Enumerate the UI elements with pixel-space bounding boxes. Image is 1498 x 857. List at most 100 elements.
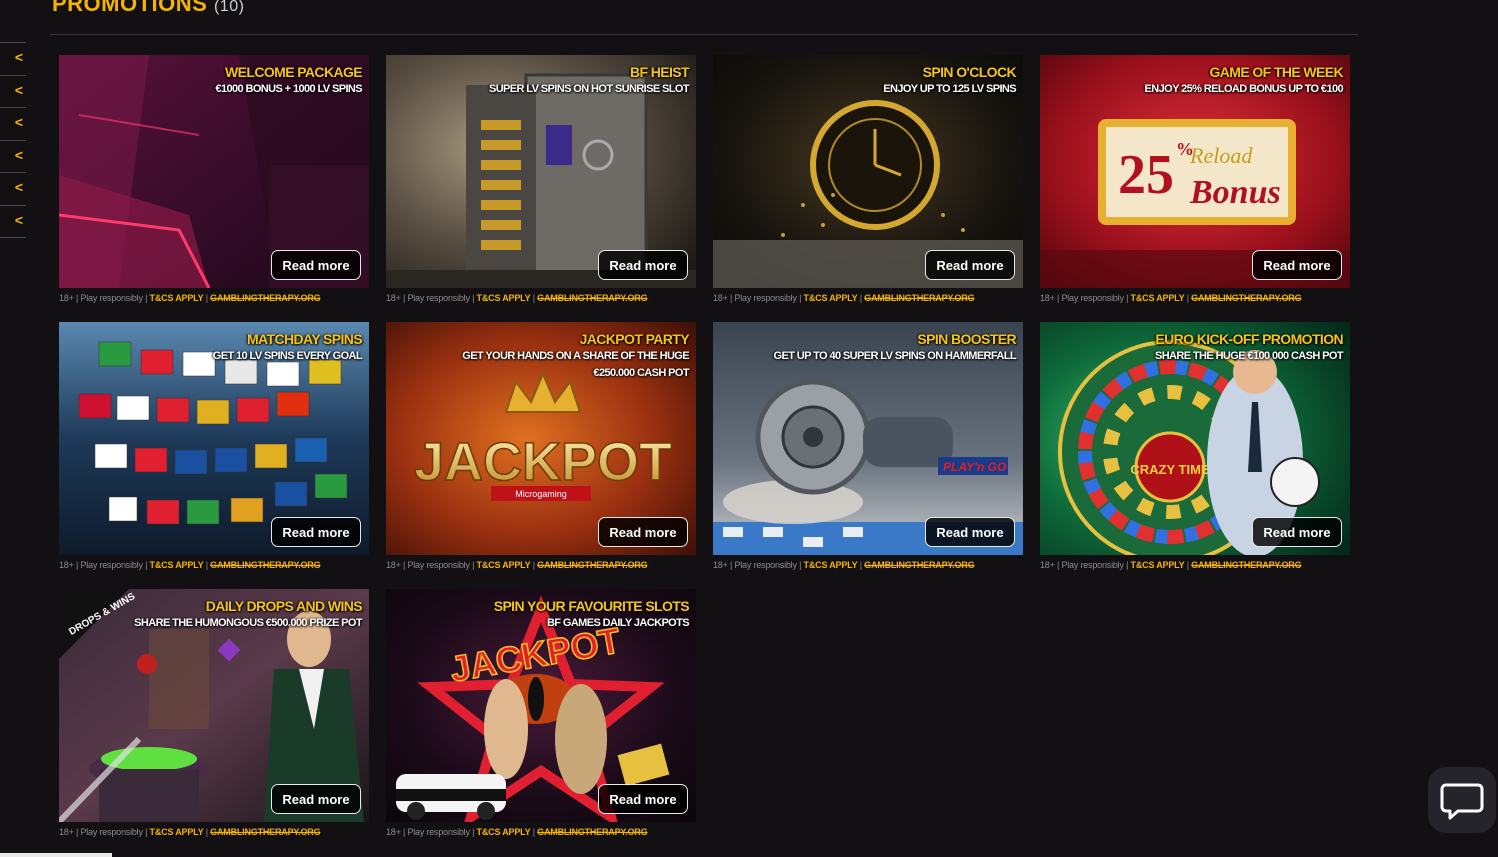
gambling-therapy-link[interactable]: GAMBLINGTHERAPY.ORG [1191,560,1301,570]
gambling-therapy-link[interactable]: GAMBLINGTHERAPY.ORG [537,293,647,303]
separator: | [402,827,406,837]
promo-subtitle: BF GAMES DAILY JACKPOTS [546,617,690,629]
gambling-therapy-link[interactable]: GAMBLINGTHERAPY.ORG [537,560,647,570]
promo-disclaimer: 18+ | Play responsibly | T&CS APPLY | GA… [59,293,321,303]
microgaming-label: Microgaming [515,489,567,499]
gambling-therapy-link[interactable]: GAMBLINGTHERAPY.ORG [537,827,647,837]
promo-banner[interactable]: SPIN O'CLOCK ENJOY UP TO 125 LV SPINS Re… [713,55,1023,288]
separator: | [75,560,79,570]
read-more-button[interactable]: Read more [925,517,1015,547]
age-restriction: 18+ [59,293,74,303]
promo-banner[interactable]: MATCHDAY SPINS GET 10 LV SPINS EVERY GOA… [59,322,369,555]
promo-title: GAME OF THE WEEK [1209,64,1343,80]
side-nav-item[interactable]: < [0,108,26,141]
reload-number: 25 [1118,144,1174,206]
chevron-left-icon: < [14,211,23,228]
promo-text: SPIN BOOSTER GET UP TO 40 SUPER LV SPINS… [726,331,1017,365]
playngo-logo: PLAY'n GO [943,460,1007,474]
tc-link[interactable]: T&CS APPLY [804,293,858,303]
read-more-button[interactable]: Read more [271,517,361,547]
read-more-button[interactable]: Read more [1252,517,1342,547]
promo-banner[interactable]: JACKPOT Microgaming JACKPOT PARTY GET YO… [386,322,696,555]
gambling-therapy-link[interactable]: GAMBLINGTHERAPY.ORG [1191,293,1301,303]
read-more-button[interactable]: Read more [598,250,688,280]
tc-link[interactable]: T&CS APPLY [150,293,204,303]
read-more-button[interactable]: Read more [271,250,361,280]
promo-banner[interactable]: WELCOME PACKAGE €1000 BONUS + 1000 LV SP… [59,55,369,288]
promo-text: JACKPOT PARTY GET YOUR HANDS ON A SHARE … [399,331,689,382]
tc-link[interactable]: T&CS APPLY [477,560,531,570]
gambling-therapy-link[interactable]: GAMBLINGTHERAPY.ORG [864,560,974,570]
promo-text: GAME OF THE WEEK ENJOY 25% RELOAD BONUS … [1053,64,1344,98]
promo-disclaimer: 18+ | Play responsibly | T&CS APPLY | GA… [713,560,975,570]
separator: | [145,827,148,837]
age-restriction: 18+ [1040,560,1055,570]
promo-banner[interactable]: 25 % Reload Bonus GAME OF THE WEEK ENJOY… [1040,55,1350,288]
read-more-button[interactable]: Read more [598,784,688,814]
side-nav-item[interactable]: < [0,141,26,173]
gambling-therapy-link[interactable]: GAMBLINGTHERAPY.ORG [864,293,974,303]
side-nav-item[interactable]: < [0,76,26,108]
promo-subtitle: ENJOY UP TO 125 LV SPINS [883,83,1016,95]
separator: | [1056,560,1060,570]
separator: | [75,293,79,303]
chevron-left-icon: < [14,114,23,130]
gambling-therapy-link[interactable]: GAMBLINGTHERAPY.ORG [210,293,320,303]
separator: | [145,560,148,570]
bottom-scroll-indicator [0,853,112,857]
gambling-therapy-link[interactable]: GAMBLINGTHERAPY.ORG [210,827,320,837]
gambling-therapy-link[interactable]: GAMBLINGTHERAPY.ORG [210,560,320,570]
separator: | [472,827,475,837]
promo-disclaimer: 18+ | Play responsibly | T&CS APPLY | GA… [1040,293,1302,303]
age-restriction: 18+ [713,293,728,303]
separator: | [1126,293,1129,303]
separator: | [532,293,535,303]
chat-bubble-icon [1440,783,1484,820]
promo-text: SPIN O'CLOCK ENJOY UP TO 125 LV SPINS [726,64,1016,98]
side-nav-item[interactable]: < [0,206,26,238]
age-restriction: 18+ [59,560,74,570]
promo-text: MATCHDAY SPINS GET 10 LV SPINS EVERY GOA… [72,331,363,365]
promo-subtitle: GET 10 LV SPINS EVERY GOAL [212,350,363,362]
side-nav-item[interactable]: < [0,173,26,206]
play-responsibly: Play responsibly [80,827,143,837]
tc-link[interactable]: T&CS APPLY [150,827,204,837]
tc-link[interactable]: T&CS APPLY [804,560,858,570]
promo-banner[interactable]: JACKPOT SPIN YOUR FAVOURITE SLOTS BF GAM… [386,589,696,822]
promo-subtitle: SUPER LV SPINS ON HOT SUNRISE SLOT [488,83,690,95]
tc-link[interactable]: T&CS APPLY [1131,293,1185,303]
chat-button[interactable] [1428,767,1496,833]
promo-banner[interactable]: PLAY'n GO SPIN BOOSTER GET UP TO 40 SUPE… [713,322,1023,555]
read-more-button[interactable]: Read more [598,517,688,547]
play-responsibly: Play responsibly [407,560,470,570]
promo-subtitle: ENJOY 25% RELOAD BONUS UP TO €100 [1144,83,1344,95]
promo-card-jackpot-party: JACKPOT Microgaming JACKPOT PARTY GET YO… [386,322,696,578]
chevron-left-icon: < [14,179,23,195]
separator: | [75,827,79,837]
read-more-button[interactable]: Read more [925,250,1015,280]
separator: | [1056,293,1060,303]
separator: | [1186,560,1189,570]
tc-link[interactable]: T&CS APPLY [477,827,531,837]
promo-banner[interactable]: DROPS & WINS DAILY DROPS AND WINS SHARE … [59,589,369,822]
bonus-word: Bonus [1189,174,1281,211]
tc-link[interactable]: T&CS APPLY [477,293,531,303]
read-more-button[interactable]: Read more [271,784,361,814]
promo-title: BF HEIST [630,64,690,80]
promo-banner[interactable]: CRAZY TIME EURO KICK-OFF PROMOTION SHARE… [1040,322,1350,555]
promo-text: BF HEIST SUPER LV SPINS ON HOT SUNRISE S… [399,64,690,98]
read-more-button[interactable]: Read more [1252,250,1342,280]
promo-disclaimer: 18+ | Play responsibly | T&CS APPLY | GA… [386,560,648,570]
tc-link[interactable]: T&CS APPLY [1131,560,1185,570]
play-responsibly: Play responsibly [80,293,143,303]
promo-card-matchday-spins: MATCHDAY SPINS GET 10 LV SPINS EVERY GOA… [59,322,369,578]
promo-disclaimer: 18+ | Play responsibly | T&CS APPLY | GA… [386,293,648,303]
jackpot-word: JACKPOT [414,432,672,492]
side-nav-item[interactable]: < [0,42,26,76]
chevron-left-icon: < [14,146,23,163]
separator: | [402,560,406,570]
promo-banner[interactable]: BF HEIST SUPER LV SPINS ON HOT SUNRISE S… [386,55,696,288]
tc-link[interactable]: T&CS APPLY [150,560,204,570]
promo-card-daily-drops-and-wins: DROPS & WINS DAILY DROPS AND WINS SHARE … [59,589,369,845]
promo-card-bf-heist: BF HEIST SUPER LV SPINS ON HOT SUNRISE S… [386,55,696,311]
